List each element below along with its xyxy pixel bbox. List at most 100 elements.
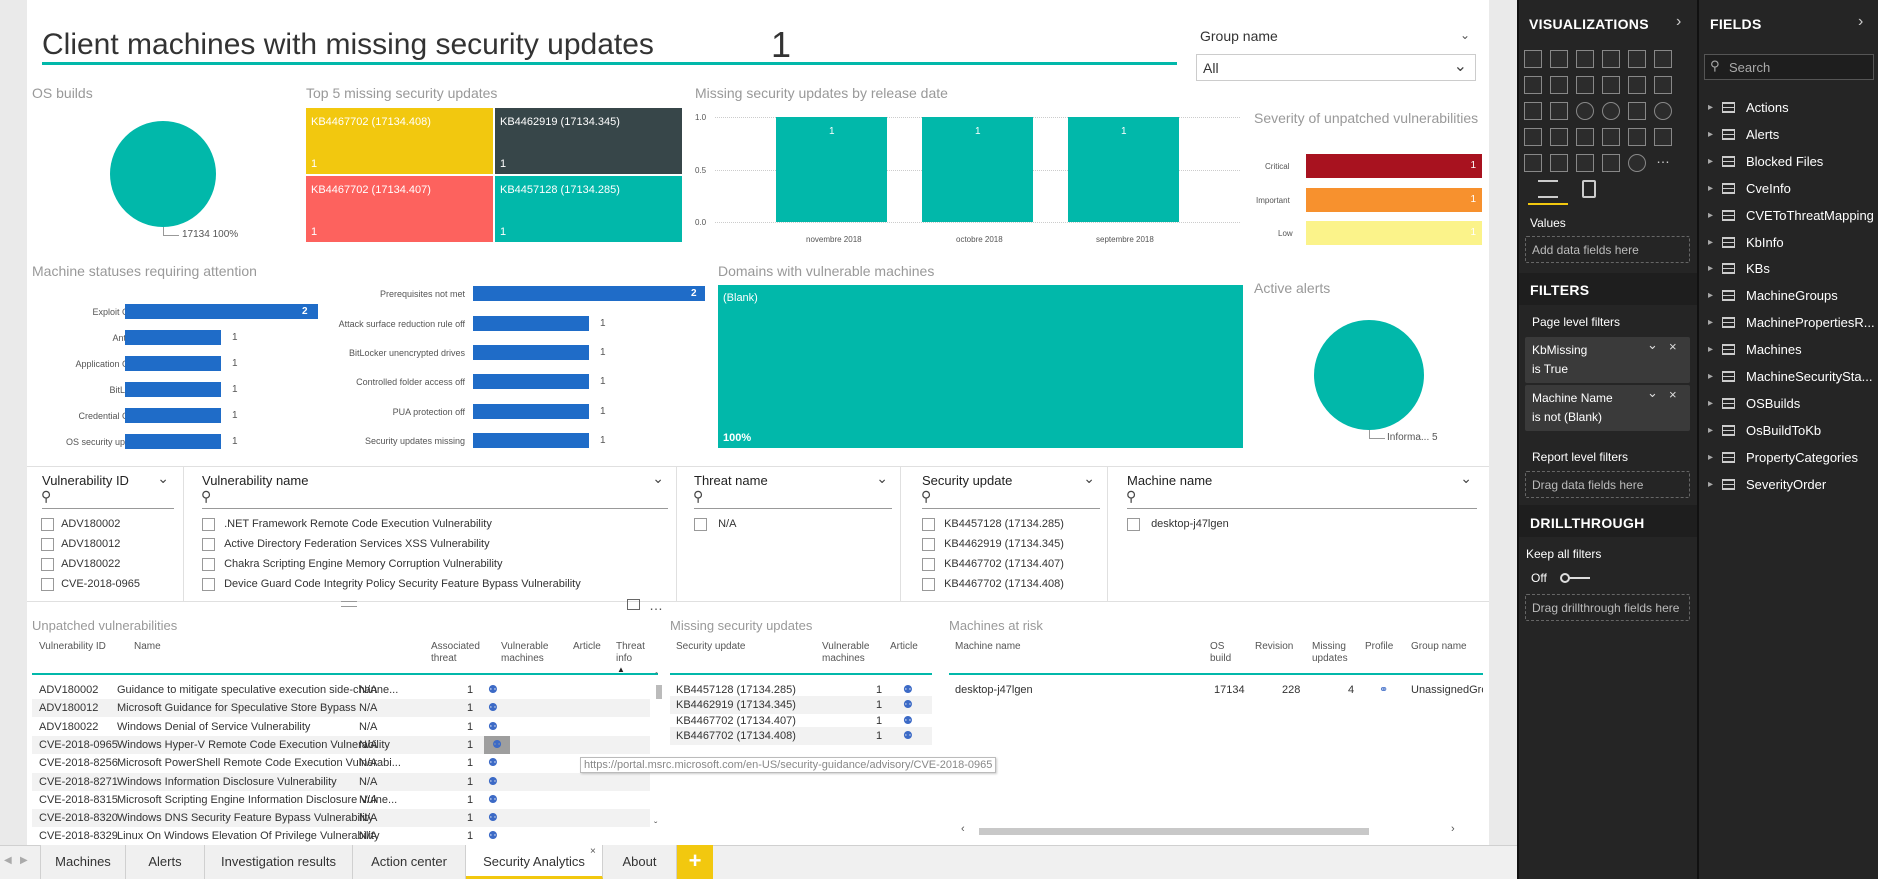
map-icon[interactable] xyxy=(1654,102,1672,120)
status-bar[interactable] xyxy=(473,433,589,448)
stacked-column-icon[interactable] xyxy=(1550,50,1568,68)
treemap-icon[interactable] xyxy=(1628,102,1646,120)
tab-nav-next[interactable]: ▶ xyxy=(20,855,28,866)
expand-chevron-icon[interactable]: ▸ xyxy=(1708,313,1713,333)
slicer-item[interactable]: .NET Framework Remote Code Execution Vul… xyxy=(202,514,672,534)
r-script-icon[interactable] xyxy=(1602,154,1620,172)
gauge-icon[interactable] xyxy=(1576,128,1594,146)
expand-chevron-icon[interactable]: ▸ xyxy=(1708,206,1713,226)
slicer-item[interactable]: KB4457128 (17134.285) xyxy=(922,514,1107,534)
funnel-icon[interactable] xyxy=(1550,128,1568,146)
status-bar[interactable] xyxy=(125,408,221,423)
100-bar-icon[interactable] xyxy=(1628,50,1646,68)
collapse-pane-icon[interactable]: › xyxy=(1676,13,1681,31)
checkbox[interactable] xyxy=(41,557,54,571)
link-icon[interactable]: ⚉ xyxy=(488,754,506,772)
slicer-item[interactable]: desktop-j47lgen xyxy=(1127,514,1467,534)
expand-chevron-icon[interactable]: ▸ xyxy=(1708,259,1713,279)
chevron-down-icon[interactable]: ⌄ xyxy=(876,470,888,487)
column-header[interactable]: Name xyxy=(134,641,161,653)
table-row[interactable]: desktop-j47lgen 17134 228 4 ⚭ Unassigned… xyxy=(949,681,1483,699)
pie-chart-icon[interactable] xyxy=(1576,102,1594,120)
focus-mode-icon[interactable] xyxy=(627,599,640,610)
100-column-icon[interactable] xyxy=(1654,50,1672,68)
filter-card-kbmissing[interactable]: KbMissing is True ⌄ × xyxy=(1525,337,1690,383)
column-header[interactable]: Profile xyxy=(1365,641,1393,653)
more-options-icon[interactable]: … xyxy=(649,597,664,613)
column-header[interactable]: Security update xyxy=(676,641,746,653)
table-row[interactable]: CVE-2018-8256 Microsoft PowerShell Remote… xyxy=(32,754,650,772)
values-drop-zone[interactable]: Add data fields here xyxy=(1525,236,1690,263)
clustered-bar-icon[interactable] xyxy=(1576,50,1594,68)
ribbon-chart-icon[interactable] xyxy=(1654,76,1672,94)
slicer-item[interactable]: Device Guard Code Integrity Policy Secur… xyxy=(202,574,672,594)
column-header[interactable]: Revision xyxy=(1255,641,1293,653)
format-paint-icon[interactable] xyxy=(1582,180,1596,198)
stacked-area-icon[interactable] xyxy=(1576,76,1594,94)
treemap-tile[interactable]: KB4467702 (17134.407) 1 xyxy=(306,176,493,242)
status-bar[interactable] xyxy=(473,374,589,389)
treemap-tile[interactable]: KB4457128 (17134.285) 1 xyxy=(495,176,682,242)
group-name-dropdown[interactable]: All ⌄ xyxy=(1196,54,1476,81)
checkbox[interactable] xyxy=(41,537,54,551)
fields-tab-icon[interactable] xyxy=(1538,180,1558,198)
checkbox[interactable] xyxy=(922,517,935,531)
collapse-pane-icon[interactable]: › xyxy=(1858,13,1863,31)
table-row[interactable]: ADV180012 Microsoft Guidance for Speculat… xyxy=(32,699,650,718)
domains-treemap-tile[interactable]: (Blank) 100% xyxy=(718,285,1243,448)
search-icon[interactable]: ⚲ xyxy=(41,488,51,505)
tab-alerts[interactable]: Alerts xyxy=(126,845,205,879)
checkbox[interactable] xyxy=(922,577,935,591)
link-icon[interactable]: ⚉ xyxy=(488,718,506,736)
link-icon[interactable]: ⚉ xyxy=(484,735,510,754)
tab-investigation-results[interactable]: Investigation results xyxy=(205,845,353,879)
chevron-down-icon[interactable]: ⌄ xyxy=(1460,470,1472,487)
status-bar[interactable] xyxy=(125,304,318,319)
table-row[interactable]: CVE-2018-8271 Windows Information Disclos… xyxy=(32,772,650,791)
column-header[interactable]: Machine name xyxy=(955,641,1021,653)
severity-bar-low[interactable]: 1 xyxy=(1306,221,1482,245)
card-icon[interactable] xyxy=(1602,128,1620,146)
resize-handle[interactable] xyxy=(341,601,357,607)
scroll-thumb[interactable] xyxy=(656,685,662,699)
search-icon[interactable]: ⚲ xyxy=(693,488,703,505)
table-row[interactable]: ADV180022 Windows Denial of Service Vulne… xyxy=(32,718,650,736)
column-header[interactable]: Vulnerability ID xyxy=(39,641,106,653)
column-header[interactable]: OS build xyxy=(1210,641,1240,665)
expand-chevron-icon[interactable]: ▸ xyxy=(1708,125,1713,145)
close-icon[interactable]: × xyxy=(1669,339,1677,354)
globe-icon[interactable] xyxy=(1628,154,1646,172)
checkbox[interactable] xyxy=(202,557,215,571)
link-icon[interactable]: ⚉ xyxy=(488,773,506,791)
multi-row-card-icon[interactable] xyxy=(1628,128,1646,146)
expand-chevron-icon[interactable]: ▸ xyxy=(1708,152,1713,172)
checkbox[interactable] xyxy=(41,577,54,591)
link-icon[interactable]: ⚉ xyxy=(903,727,913,745)
scroll-thumb[interactable] xyxy=(979,828,1369,835)
close-tab-icon[interactable]: × xyxy=(590,846,596,857)
slicer-item[interactable]: KB4467702 (17134.408) xyxy=(922,574,1107,594)
checkbox[interactable] xyxy=(202,537,215,551)
table-row[interactable]: CVE-2018-0965 Windows Hyper-V Remote Code… xyxy=(32,735,650,754)
column-header[interactable]: Article xyxy=(890,641,918,653)
checkbox[interactable] xyxy=(1127,517,1140,531)
link-icon[interactable]: ⚉ xyxy=(488,827,506,845)
chevron-down-icon[interactable]: ⌄ xyxy=(1647,337,1658,353)
tab-nav-prev[interactable]: ◀ xyxy=(4,855,12,866)
expand-chevron-icon[interactable]: ▸ xyxy=(1708,179,1713,199)
slicer-item[interactable]: CVE-2018-0965 xyxy=(41,574,181,594)
column-header[interactable]: Vulnerable machines xyxy=(501,641,563,665)
fields-search-box[interactable]: ⚲ Search xyxy=(1704,54,1874,80)
expand-chevron-icon[interactable]: ▸ xyxy=(1708,98,1713,118)
slicer-item[interactable]: ADV180002 xyxy=(41,514,181,534)
checkbox[interactable] xyxy=(922,537,935,551)
expand-chevron-icon[interactable]: ▸ xyxy=(1708,448,1713,468)
status-bar[interactable] xyxy=(473,316,589,331)
scroll-up-arrow[interactable]: ˆ xyxy=(655,671,658,681)
stacked-bar-icon[interactable] xyxy=(1524,50,1542,68)
donut-chart-icon[interactable] xyxy=(1602,102,1620,120)
expand-chevron-icon[interactable]: ▸ xyxy=(1708,233,1713,253)
matrix-icon[interactable] xyxy=(1576,154,1594,172)
status-bar[interactable] xyxy=(125,330,221,345)
column-header[interactable]: Missing updates xyxy=(1312,641,1354,665)
